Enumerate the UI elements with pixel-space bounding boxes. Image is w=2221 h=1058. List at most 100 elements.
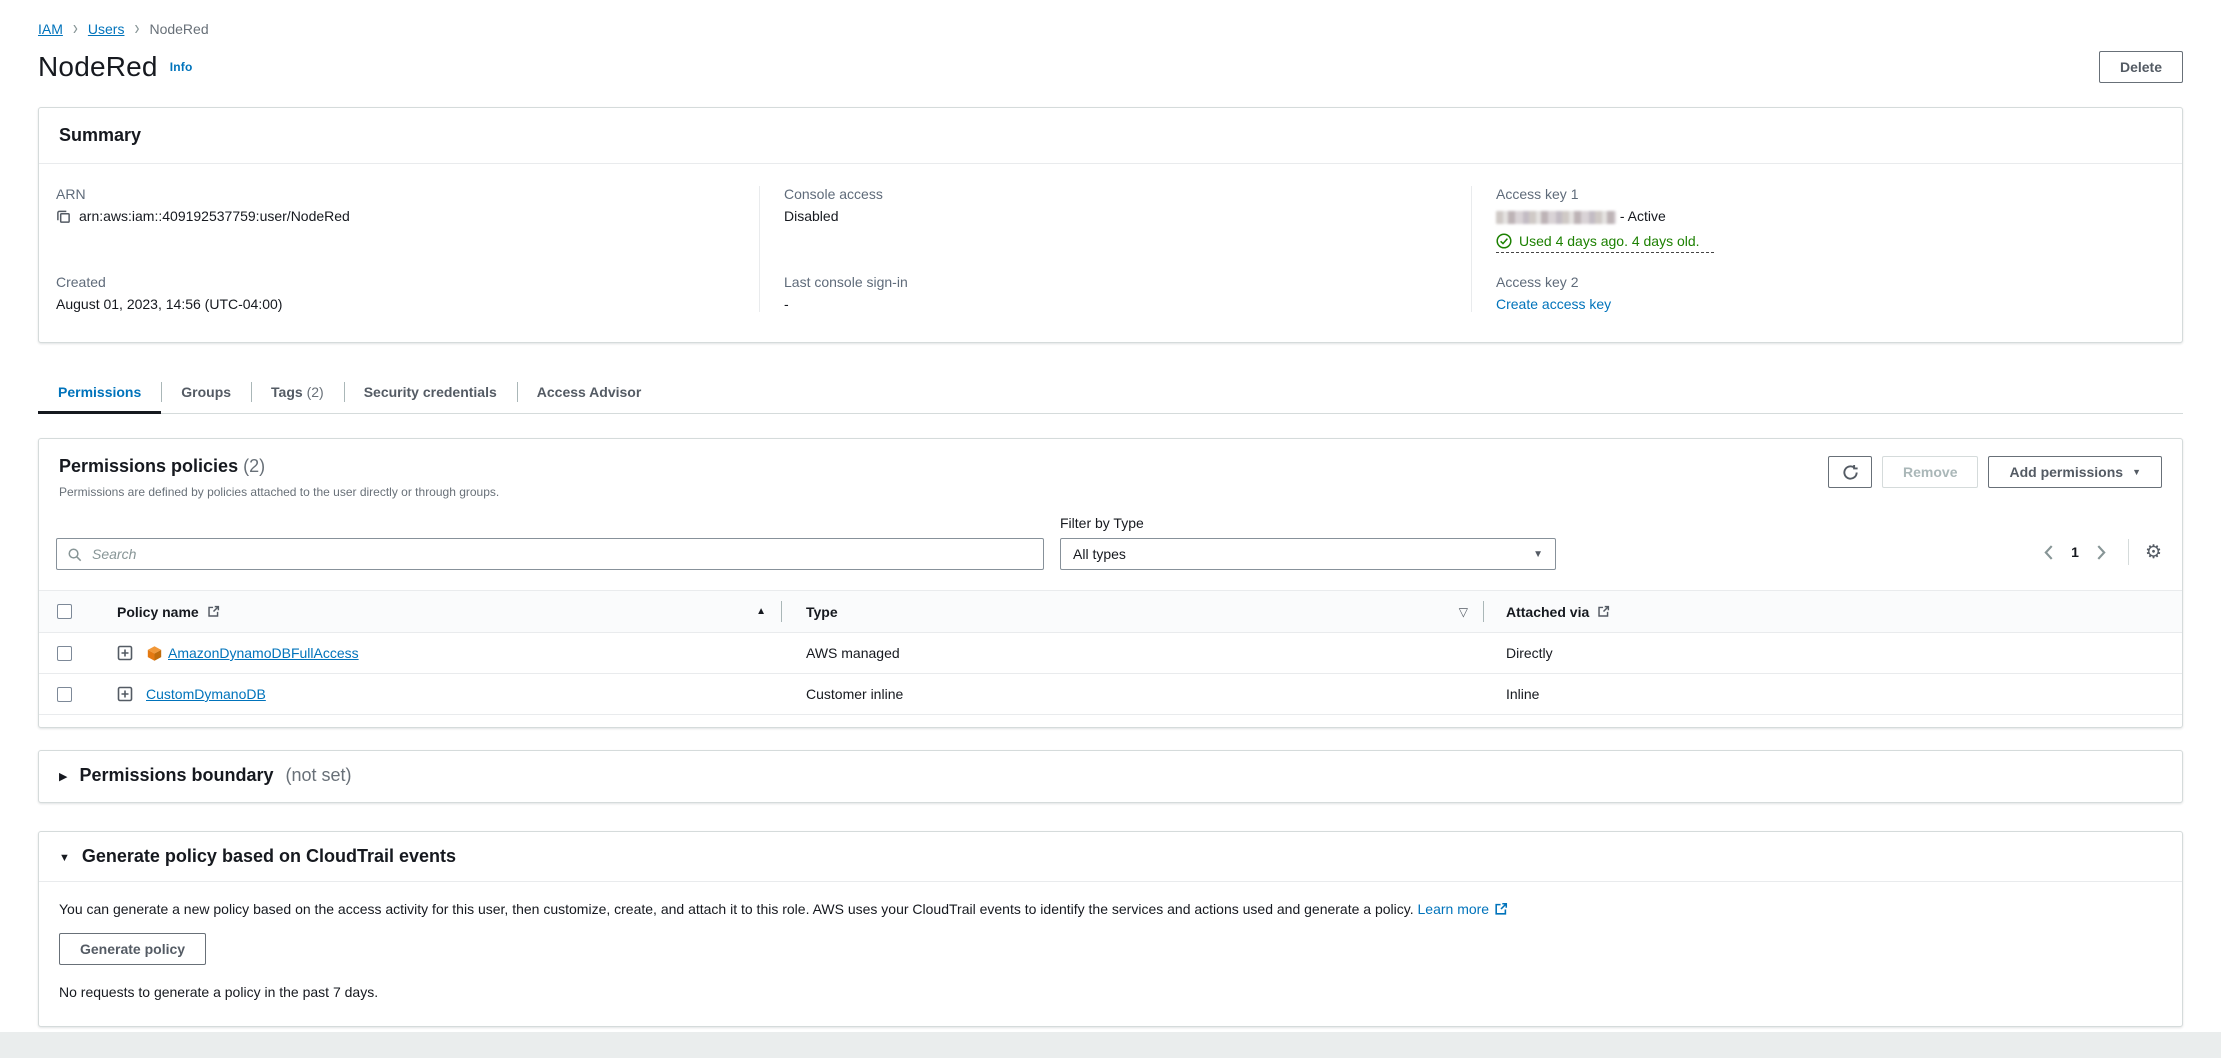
type-filter-label: Filter by Type [1060, 515, 1556, 531]
gear-icon[interactable]: ⚙ [2145, 543, 2162, 562]
expand-row-icon[interactable] [117, 645, 133, 661]
select-all-checkbox[interactable] [57, 604, 72, 619]
last-signin-field: Last console sign-in - [784, 274, 1451, 312]
breadcrumb: IAM › Users › NodeRed [38, 0, 2183, 37]
table-row: AmazonDynamoDBFullAccess AWS managed Dir… [39, 633, 2182, 674]
tab-groups[interactable]: Groups [161, 373, 251, 413]
created-label: Created [56, 274, 739, 290]
generate-policy-button[interactable]: Generate policy [59, 933, 206, 965]
console-access-field: Console access Disabled [784, 186, 1451, 274]
policies-table: Policy name ▲ Type ▽ Attached via [39, 590, 2182, 727]
policies-table-header: Policy name ▲ Type ▽ Attached via [39, 590, 2182, 633]
add-permissions-label: Add permissions [2009, 463, 2123, 481]
created-value: August 01, 2023, 14:56 (UTC-04:00) [56, 296, 739, 312]
pagination: 1 ⚙ [2038, 539, 2162, 570]
tab-permissions-label: Permissions [58, 384, 141, 400]
tab-security-credentials-label: Security credentials [364, 384, 497, 400]
column-attached-via[interactable]: Attached via [1484, 591, 2182, 632]
search-icon [67, 547, 82, 562]
add-permissions-button[interactable]: Add permissions ▼ [1988, 456, 2162, 488]
learn-more-label: Learn more [1418, 901, 1490, 917]
type-filter-select[interactable]: All types ▼ [1060, 538, 1556, 570]
generate-policy-title: Generate policy based on CloudTrail even… [82, 846, 456, 867]
policy-name-header-label: Policy name [117, 604, 199, 620]
learn-more-link[interactable]: Learn more [1418, 901, 1509, 917]
summary-column-3: Access key 1 - Active Used 4 days ago. 4… [1471, 186, 2182, 312]
policy-link[interactable]: AmazonDynamoDBFullAccess [168, 645, 359, 661]
policies-title-text: Permissions policies [59, 456, 238, 476]
policy-type: Customer inline [782, 686, 1484, 702]
external-link-icon [1597, 605, 1610, 618]
external-link-icon [207, 605, 220, 618]
current-page-number[interactable]: 1 [2065, 544, 2085, 560]
console-access-label: Console access [784, 186, 1451, 202]
access-key-usage: Used 4 days ago. 4 days old. [1496, 233, 1714, 253]
access-key-2-field: Access key 2 Create access key [1496, 274, 2162, 312]
breadcrumb-users[interactable]: Users [88, 21, 125, 37]
policy-attached-via: Directly [1484, 645, 2182, 661]
breadcrumb-iam[interactable]: IAM [38, 21, 63, 37]
remove-button[interactable]: Remove [1882, 456, 1978, 488]
user-name: NodeRed [38, 51, 158, 82]
next-page-button[interactable] [2091, 543, 2112, 562]
tab-tags[interactable]: Tags (2) [251, 373, 344, 413]
policies-count: (2) [243, 456, 265, 476]
attached-via-header-label: Attached via [1506, 604, 1589, 620]
console-access-value: Disabled [784, 208, 1451, 224]
summary-header: Summary [39, 108, 2182, 164]
tab-permissions[interactable]: Permissions [38, 373, 161, 413]
caret-down-icon: ▼ [1533, 549, 1543, 560]
summary-grid: ARN arn:aws:iam::409192537759:user/NodeR… [39, 164, 2182, 342]
aws-managed-policy-icon [146, 645, 163, 662]
policies-filter-row: Filter by Type All types ▼ 1 [39, 505, 2182, 590]
tab-groups-label: Groups [181, 384, 231, 400]
generate-policy-body: You can generate a new policy based on t… [39, 882, 2182, 1026]
search-box [56, 538, 1044, 570]
type-filter-group: Filter by Type All types ▼ [1060, 515, 1556, 570]
access-key-id-redacted [1496, 211, 1616, 224]
policy-link[interactable]: CustomDymanoDB [146, 686, 266, 702]
refresh-button[interactable] [1828, 456, 1872, 488]
generate-policy-description: You can generate a new policy based on t… [59, 901, 2162, 917]
policies-actions: Remove Add permissions ▼ [1828, 456, 2162, 488]
arn-value: arn:aws:iam::409192537759:user/NodeRed [79, 208, 350, 224]
type-filter-value: All types [1073, 546, 1126, 562]
tab-bar: Permissions Groups Tags (2) Security cre… [38, 373, 2183, 414]
summary-panel: Summary ARN arn:aws:iam::409192537759:us… [38, 107, 2183, 343]
permissions-boundary-status: (not set) [286, 765, 352, 786]
sort-descending-outline-icon[interactable]: ▽ [1459, 605, 1468, 619]
permissions-boundary-section[interactable]: ▶ Permissions boundary (not set) [38, 750, 2183, 803]
iam-user-detail-page: IAM › Users › NodeRed NodeRed Info Delete… [0, 0, 2221, 1058]
generate-policy-note: No requests to generate a policy in the … [59, 984, 2162, 1000]
column-policy-name[interactable]: Policy name ▲ [97, 591, 782, 632]
expand-row-icon[interactable] [117, 686, 133, 702]
summary-column-1: ARN arn:aws:iam::409192537759:user/NodeR… [39, 186, 759, 312]
main-content: IAM › Users › NodeRed NodeRed Info Delete… [0, 0, 2221, 1032]
access-key-1-field: Access key 1 - Active Used 4 days ago. 4… [1496, 186, 2162, 274]
create-access-key-link[interactable]: Create access key [1496, 296, 1611, 312]
policies-header: Permissions policies (2) Permissions are… [39, 439, 2182, 505]
tab-access-advisor-label: Access Advisor [537, 384, 642, 400]
info-link[interactable]: Info [170, 60, 193, 74]
tab-security-credentials[interactable]: Security credentials [344, 373, 517, 413]
column-type[interactable]: Type ▽ [782, 591, 1484, 632]
sort-ascending-icon[interactable]: ▲ [756, 606, 766, 617]
row-checkbox[interactable] [57, 646, 72, 661]
generate-policy-description-text: You can generate a new policy based on t… [59, 901, 1414, 917]
delete-button[interactable]: Delete [2099, 51, 2183, 83]
previous-page-button[interactable] [2038, 543, 2059, 562]
tab-tags-label: Tags [271, 384, 303, 400]
page-title: NodeRed Info [38, 51, 193, 83]
page-header: NodeRed Info Delete [38, 51, 2183, 83]
generate-policy-section: ▼ Generate policy based on CloudTrail ev… [38, 831, 2183, 1027]
expander-collapsed-icon[interactable]: ▶ [59, 770, 67, 783]
arn-label: ARN [56, 186, 739, 202]
search-input[interactable] [90, 545, 1033, 563]
copy-icon[interactable] [56, 209, 71, 224]
generate-policy-header[interactable]: ▼ Generate policy based on CloudTrail ev… [39, 832, 2182, 882]
last-signin-label: Last console sign-in [784, 274, 1451, 290]
tab-access-advisor[interactable]: Access Advisor [517, 373, 662, 413]
expander-expanded-icon[interactable]: ▼ [59, 852, 70, 864]
row-checkbox[interactable] [57, 687, 72, 702]
table-row: CustomDymanoDB Customer inline Inline [39, 674, 2182, 715]
